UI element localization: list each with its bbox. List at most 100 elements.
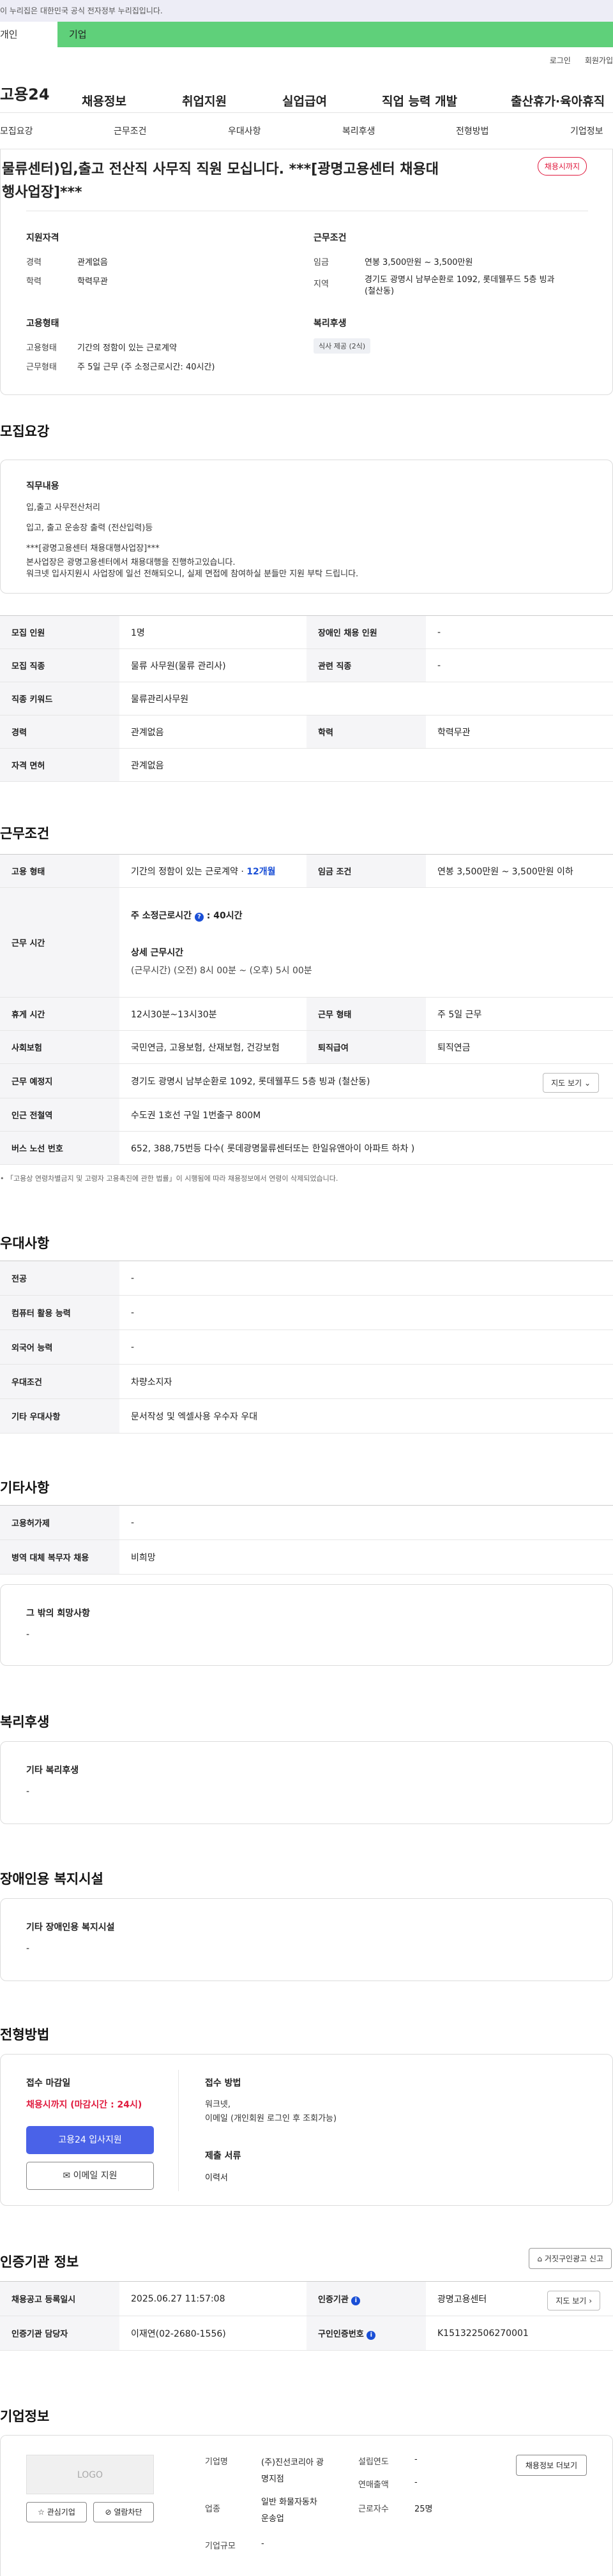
block-company-button[interactable]: ⊘ 열람차단 (93, 2502, 154, 2522)
table-row: 고용 형태 기간의 정함이 있는 근로계약 · 12개월 임금 조건 연봉 3,5… (0, 854, 613, 888)
welfare-title: 복리후생 (314, 318, 347, 329)
nav-unemployment-benefit[interactable]: 실업급여 (282, 92, 327, 109)
career-value: 관계없음 (77, 258, 108, 267)
recruit-table: 모집 인원 1명 장애인 채용 인원 - 모집 직종 물류 사무원(물류 관리사) 관… (0, 615, 613, 782)
table-row: 버스 노선 번호 652, 388,75번등 다수( 롯데광명물류센터또는 한일유… (0, 1131, 613, 1165)
tab-business[interactable]: 기업 (57, 22, 613, 47)
company-heading: 기업정보 (0, 2409, 50, 2424)
agency-table: 채용공고 등록일시 2025.06.27 11:57:08 인증기관 i 광명고용… (0, 2281, 613, 2351)
emp-value: 기간의 정함이 있는 근로계약 (77, 343, 177, 353)
table-row: 채용공고 등록일시 2025.06.27 11:57:08 인증기관 i 광명고용… (0, 2281, 613, 2316)
nav-employment-support[interactable]: 취업지원 (182, 92, 227, 109)
mail-icon: ✉ (63, 2171, 71, 2181)
login-link[interactable]: 로그인 (550, 55, 571, 66)
subnav-company[interactable]: 기업정보 (570, 124, 603, 137)
job-summary-card: 물류센터)입,출고 전산직 사무직 직원 모십니다. ***[광명고용센터 채용… (0, 149, 613, 395)
welfare-heading: 복리후생 (0, 1714, 50, 1730)
disability-card: 기타 장애인용 복지시설 - (0, 1898, 613, 1981)
table-row: 컴퓨터 활용 능력 - (0, 1295, 613, 1330)
agency-map-button[interactable]: 지도 보기 › (547, 2291, 600, 2310)
loc-label: 지역 (314, 280, 329, 289)
chevron-down-icon: ⌄ (584, 1079, 591, 1088)
nav-jobs[interactable]: 채용정보 (82, 92, 126, 109)
favorite-company-button[interactable]: ☆ 관심기업 (26, 2502, 87, 2522)
welfare-card: 기타 복리후생 - (0, 1741, 613, 1824)
subnav-selection[interactable]: 전형방법 (456, 124, 489, 137)
conditions-heading: 근무조건 (0, 826, 50, 841)
table-row: 병역 대체 복무자 채용 비희망 (0, 1539, 613, 1575)
duty-card: 직무내용 입,출고 사무전산처리 입고, 출고 운송장 출력 (전산입력)등 *… (0, 460, 613, 594)
nav-parental-leave[interactable]: 출산휴가·육아휴직 (511, 92, 605, 109)
tab-individual[interactable]: 개인 (0, 22, 57, 47)
emp-label: 고용형태 (26, 343, 57, 353)
deadline-badge: 채용시까지 (537, 157, 587, 176)
table-row: 경력 관계없음 학력 학력무관 (0, 715, 613, 749)
table-row: 고용허가제 - (0, 1505, 613, 1540)
global-nav: 고용24 채용정보 취업지원 실업급여 직업 능력 개발 출산휴가·육아휴직 (0, 73, 613, 112)
table-row: 기타 우대사항 문서작성 및 엑셀사용 우수자 우대 (0, 1398, 613, 1434)
table-row: 직종 키워드 물류관리사무원 (0, 682, 613, 715)
conditions-table: 고용 형태 기간의 정함이 있는 근로계약 · 12개월 임금 조건 연봉 3,5… (0, 854, 613, 1165)
table-row: 휴게 시간 12시30분~13시30분 근무 형태 주 5일 근무 (0, 997, 613, 1031)
wage-label: 임금 (314, 258, 329, 267)
wage-value: 연봉 3,500만원 ~ 3,500만원 (365, 258, 473, 267)
map-button[interactable]: 지도 보기 ⌄ (543, 1073, 599, 1093)
age-note: • 「고용상 연령차별금지 및 고령자 고용촉진에 관한 법률」이 시행됨에 따… (0, 1174, 338, 1183)
career-label: 경력 (26, 258, 42, 267)
selection-card: 접수 마감일 채용시까지 (마감시간 : 24시) 고용24 입사지원 ✉ 이메… (0, 2054, 613, 2206)
emp-title: 고용형태 (26, 318, 59, 329)
subnav-welfare[interactable]: 복리후생 (342, 124, 375, 137)
deadline-text: 채용시까지 (마감시간 : 24시) (26, 2100, 142, 2110)
info-icon[interactable]: i (367, 2330, 376, 2340)
join-link[interactable]: 회원가입 (585, 55, 613, 66)
duty-content: 입,출고 사무전산처리 입고, 출고 운송장 출력 (전산입력)등 ***[광명… (26, 503, 359, 579)
selection-heading: 전형방법 (0, 2027, 50, 2042)
loc-value: 경기도 광명시 남부순환로 1092, 롯데웰푸드 5층 빙과 (철산동) (365, 275, 555, 296)
table-row: 자격 면허 관계없음 (0, 748, 613, 782)
etc-other-card: 그 밖의 희망사항 - (0, 1584, 613, 1666)
table-row: 근무 예정지 경기도 광명시 남부순환로 1092, 롯데웰푸드 5층 빙과 (… (0, 1063, 613, 1098)
section-nav: 모집요강 근무조건 우대사항 복리후생 전형방법 기업정보 (0, 112, 613, 149)
qual-title: 지원자격 (26, 233, 59, 243)
subnav-preference[interactable]: 우대사항 (228, 124, 261, 137)
nav-job-skill[interactable]: 직업 능력 개발 (382, 92, 457, 109)
table-row: 인증기관 담당자 이재연(02-2680-1556) 구인인증번호 i K1513… (0, 2316, 613, 2351)
table-row: 외국어 능력 - (0, 1329, 613, 1365)
subnav-recruit[interactable]: 모집요강 (0, 124, 33, 137)
subnav-conditions[interactable]: 근무조건 (114, 124, 147, 137)
gov-banner: 이 누리집은 대한민국 공식 전자정부 누리집입니다. (0, 0, 613, 22)
info-icon[interactable]: ? (194, 912, 204, 922)
preference-heading: 우대사항 (0, 1236, 50, 1251)
block-icon: ⊘ (105, 2508, 112, 2517)
edu-value: 학력무관 (77, 277, 108, 287)
info-icon[interactable]: i (351, 2296, 361, 2305)
duty-title: 직무내용 (26, 481, 59, 491)
company-logo: LOGO (26, 2455, 154, 2494)
work-label: 근무형태 (26, 363, 57, 372)
edu-label: 학력 (26, 277, 42, 287)
weekly-hours: 주 소정근로시간 ? : 40시간 (131, 910, 243, 922)
table-row: 모집 인원 1명 장애인 채용 인원 - (0, 615, 613, 649)
chevron-right-icon: › (589, 2296, 592, 2305)
cond-title: 근무조건 (314, 233, 347, 243)
star-icon: ☆ (38, 2508, 45, 2517)
more-jobs-button[interactable]: 채용정보 더보기 (515, 2455, 587, 2476)
welfare-tag: 식사 제공 (2식) (314, 338, 371, 354)
table-row: 사회보험 국민연금, 고용보험, 산재보험, 건강보험 퇴직급여 퇴직연금 (0, 1030, 613, 1064)
util-bar: 로그인 회원가입 (0, 47, 613, 73)
apply-button[interactable]: 고용24 입사지원 (26, 2126, 154, 2154)
site-logo[interactable]: 고용24 (0, 82, 82, 104)
preference-table: 전공 - 컴퓨터 활용 능력 - 외국어 능력 - 우대조건 차량소지자 기타 우대사항… (0, 1261, 613, 1434)
home-icon: ⌂ (537, 2254, 543, 2263)
etc-table: 고용허가제 - 병역 대체 복무자 채용 비희망 (0, 1505, 613, 1575)
divider (178, 2070, 179, 2191)
etc-heading: 기타사항 (0, 1480, 50, 1495)
agency-heading: 인증기관 정보 (0, 2254, 79, 2270)
job-title: 물류센터)입,출고 전산직 사무직 직원 모십니다. ***[광명고용센터 채용… (2, 161, 439, 200)
company-card: LOGO ☆ 관심기업 ⊘ 열람차단 기업명 (주)진선코리아 광 명지점 업종 … (0, 2435, 613, 2576)
email-apply-button[interactable]: ✉ 이메일 지원 (26, 2162, 154, 2190)
table-row: 전공 - (0, 1261, 613, 1296)
disability-heading: 장애인용 복지시설 (0, 1871, 103, 1887)
report-button[interactable]: ⌂ 거짓구인광고 신고 (529, 2248, 612, 2269)
table-row: 우대조건 차량소지자 (0, 1364, 613, 1399)
